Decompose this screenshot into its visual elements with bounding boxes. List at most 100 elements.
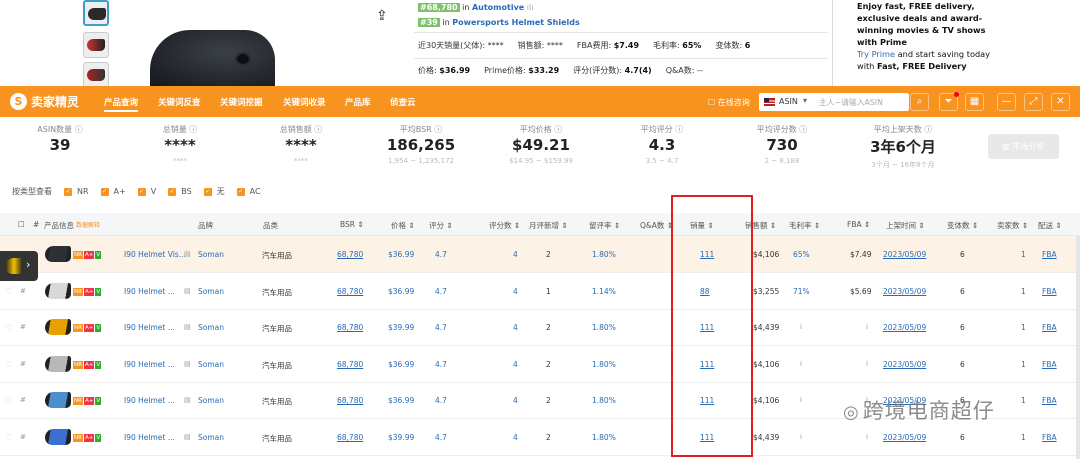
listing-date-link[interactable]: 2023/05/09 [883,433,926,442]
table-row[interactable]: ♡ # NR A+ V I90 Helmet ... ▤ Soman 汽车用品 68… [0,346,1080,383]
minimize-button[interactable]: — [997,93,1016,111]
col-margin[interactable]: 毛利率 ⇕ [789,220,820,231]
table-row[interactable]: ♡ # NR A+ V I90 Helmet ... ▤ Soman 汽车用品 68… [0,273,1080,310]
shipping-cell[interactable]: FBA [1042,433,1057,442]
table-row[interactable]: ♡ # NR A+ V I90 Helmet ... ▤ Soman 汽车用品 68… [0,309,1080,346]
filter-none[interactable]: ✓ 无 [203,186,225,197]
bsr-link[interactable]: 68,780 [337,360,363,369]
search-button[interactable]: ⌕ [910,93,929,111]
favorite-heart-icon[interactable]: ♡ [5,433,12,442]
try-prime-link[interactable]: Try Prime [857,49,895,59]
search-type-select[interactable]: ASIN [779,97,798,106]
chevron-down-icon[interactable]: ▾ [803,96,807,105]
col-brand[interactable]: 品牌 [198,220,213,231]
favorite-heart-icon[interactable]: ♡ [5,396,12,405]
product-title-link[interactable]: I90 Helmet ... [124,396,175,405]
favorite-heart-icon[interactable]: ♡ [5,287,12,296]
brand-link[interactable]: Soman [198,250,224,259]
tab-keyword-mining[interactable]: 关键词挖掘 [220,96,263,108]
product-thumbnail[interactable] [45,317,73,337]
col-fba[interactable]: FBA ⇕ [847,220,870,229]
col-rating[interactable]: 评分 ⇕ [429,220,453,231]
category-link-automotive[interactable]: Automotive [472,3,524,12]
bsr-link[interactable]: 68,780 [337,250,363,259]
thumbnail-2[interactable] [83,32,109,58]
asin-search-input[interactable]: 主人~请输入ASIN [819,97,883,108]
thumbnail-1[interactable] [83,0,109,26]
fba-fee-cell: i [866,323,868,331]
maximize-button[interactable]: ⤢ [1024,93,1043,111]
col-listing-date[interactable]: 上架时间 ⇕ [886,220,925,231]
vertical-scrollbar[interactable] [1076,236,1080,459]
product-thumbnail[interactable] [45,390,73,410]
tab-scout-cloud[interactable]: 侦查云 [390,96,416,108]
brand-link[interactable]: Soman [198,433,224,442]
product-title-link[interactable]: I90 Helmet ... [124,287,175,296]
bsr-link[interactable]: 68,780 [337,396,363,405]
col-shipping[interactable]: 配送 ⇕ [1038,220,1062,231]
listing-date-link[interactable]: 2023/05/09 [883,360,926,369]
filter-aplus[interactable]: ✓ A+ [100,187,126,196]
product-title-link[interactable]: I90 Helmet ... [124,360,175,369]
bsr-link[interactable]: 68,780 [337,323,363,332]
col-sellers[interactable]: 卖家数 ⇕ [997,220,1028,231]
us-flag-icon [764,98,775,106]
shipping-cell[interactable]: FBA [1042,250,1057,259]
close-button[interactable]: ✕ [1051,93,1070,111]
col-monthly-new-ratings[interactable]: 月评新增 ⇕ [529,220,568,231]
tab-keyword-index[interactable]: 关键词收录 [283,96,326,108]
col-review-rate[interactable]: 留评率 ⇕ [589,220,620,231]
bsr-link[interactable]: 68,780 [337,433,363,442]
category-link-shields[interactable]: Powersports Helmet Shields [452,18,580,27]
shipping-cell[interactable]: FBA [1042,396,1057,405]
shipping-cell[interactable]: FBA [1042,323,1057,332]
filter-v[interactable]: ✓ V [137,187,156,196]
floating-product-widget[interactable]: › [0,251,38,281]
market-analysis-button[interactable]: ▥ 市场分析 [988,134,1059,159]
shipping-cell[interactable]: FBA [1042,287,1057,296]
share-icon[interactable]: ⇪ [376,8,388,24]
filter-ac[interactable]: ✓ AC [236,187,261,196]
brand-link[interactable]: Soman [198,360,224,369]
shipping-cell[interactable]: FBA [1042,360,1057,369]
brand-link[interactable]: Soman [198,323,224,332]
tab-keyword-reverse[interactable]: 关键词反查 [158,96,201,108]
product-title-link[interactable]: I90 Helmet ... [124,433,175,442]
col-price[interactable]: 价格 ⇕ [391,220,415,231]
col-variants[interactable]: 变体数 ⇕ [947,220,978,231]
product-thumbnail[interactable] [45,427,73,447]
favorite-heart-icon[interactable]: ♡ [5,323,12,332]
col-qa-count[interactable]: Q&A数 ⇕ [640,220,673,231]
filter-nr[interactable]: ✓ NR [64,187,89,196]
thumbnail-3[interactable] [83,62,109,88]
product-title-link[interactable]: I90 Helmet ... [124,323,175,332]
col-category[interactable]: 品类 [263,220,278,231]
col-rating-count[interactable]: 评分数 ⇕ [489,220,520,231]
filter-button[interactable]: ⏷ [939,92,959,111]
row-type-badges: NR A+ V [73,324,102,332]
product-title-link[interactable]: I90 Helmet Vis... [124,250,186,259]
tab-product-library[interactable]: 产品库 [345,96,371,108]
data-explain-link[interactable]: 数据解释 [76,220,100,229]
logo-icon: S [10,93,27,110]
brand-link[interactable]: Soman [198,287,224,296]
favorite-heart-icon[interactable]: ♡ [5,360,12,369]
select-all-checkbox[interactable]: ☐ [18,220,25,229]
table-row[interactable]: ♡ # NRA+V I90 Helmet Vis... ▤ Soman 汽车用品… [0,236,1080,273]
listing-date-link[interactable]: 2023/05/09 [883,287,926,296]
col-bsr[interactable]: BSR ⇕ [340,220,364,229]
filter-bs[interactable]: ✓ BS [168,187,192,196]
app-logo[interactable]: S 卖家精灵 [10,93,79,110]
product-thumbnail[interactable] [45,281,73,301]
export-button[interactable]: ▦ [965,93,984,111]
brand-link[interactable]: Soman [198,396,224,405]
watermark: ◎ 跨境电商超仔 [843,399,995,423]
listing-date-link[interactable]: 2023/05/09 [883,250,926,259]
product-thumbnail[interactable] [45,354,73,374]
listing-date-link[interactable]: 2023/05/09 [883,323,926,332]
bsr-link[interactable]: 68,780 [337,287,363,296]
product-thumbnail[interactable] [45,244,73,264]
online-consult-link[interactable]: ☐ 在线咨询 [708,97,750,108]
margin-cell: i [800,323,802,331]
tab-product-search[interactable]: 产品查询 [104,96,139,112]
